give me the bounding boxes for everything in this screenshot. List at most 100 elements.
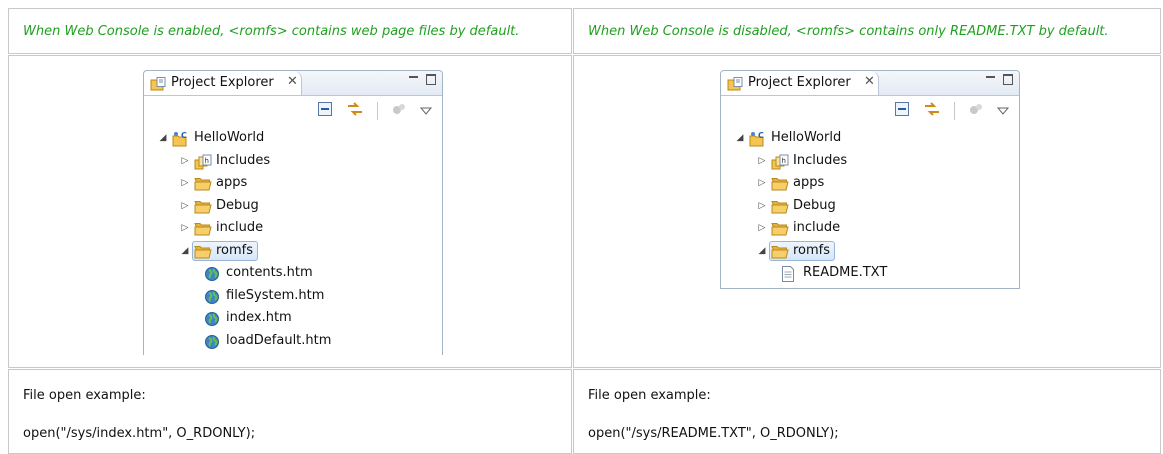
tree-item-label: Includes	[216, 152, 271, 168]
globe-icon	[204, 289, 220, 309]
project-explorer-icon	[150, 76, 166, 95]
includes-icon: h	[771, 154, 789, 174]
folder-icon	[194, 199, 212, 218]
tree-item-label: apps	[793, 175, 825, 190]
folder-icon	[771, 221, 789, 240]
globe-icon	[204, 266, 220, 286]
right-example-code: open("/sys/README.TXT", O_RDONLY);	[588, 426, 839, 441]
tree-item-readme-txt[interactable]: README.TXT	[781, 264, 981, 284]
tree-item-apps[interactable]: ▷ apps	[180, 174, 380, 194]
left-caption-cell: When Web Console is enabled, <romfs> con…	[8, 8, 572, 54]
tree-item-loaddefault-htm[interactable]: loadDefault.htm	[204, 332, 404, 352]
tree-item-debug[interactable]: ▷ Debug	[180, 197, 380, 217]
right-example-title: File open example:	[588, 388, 711, 403]
tree-item-index-htm[interactable]: index.htm	[204, 309, 404, 329]
left-caption: When Web Console is enabled, <romfs> con…	[23, 24, 520, 39]
collapsed-arrow-icon[interactable]: ▷	[757, 223, 767, 233]
tree-item-label: Debug	[793, 197, 836, 213]
expanded-arrow-icon[interactable]: ◢	[735, 133, 745, 143]
right-caption-cell: When Web Console is disabled, <romfs> co…	[573, 8, 1161, 54]
tree-item-include[interactable]: ▷ include	[180, 219, 380, 239]
collapsed-arrow-icon[interactable]: ▷	[180, 223, 190, 233]
collapsed-arrow-icon[interactable]: ▷	[180, 156, 190, 166]
view-menu-icon[interactable]	[419, 101, 433, 120]
svg-text:C: C	[758, 131, 764, 140]
tree-item-label: include	[793, 220, 841, 235]
panel-tabbar: Project Explorer ✕	[144, 71, 442, 96]
tree-item-label: Debug	[216, 197, 259, 213]
tree-item-helloworld[interactable]: ◢ C HelloWorld	[735, 129, 935, 149]
panel-toolbar	[309, 100, 433, 122]
tree-item-includes[interactable]: ▷ h Includes	[180, 152, 380, 172]
tree-item-romfs[interactable]: ◢ romfs	[757, 240, 957, 263]
collapsed-arrow-icon[interactable]: ▷	[180, 201, 190, 211]
expanded-arrow-icon[interactable]: ◢	[158, 133, 168, 143]
tree-item-include[interactable]: ▷ include	[757, 219, 957, 239]
link-with-editor-icon[interactable]	[923, 101, 941, 121]
project-icon: C	[749, 131, 767, 151]
maximize-icon[interactable]	[1003, 74, 1013, 85]
left-example-code: open("/sys/index.htm", O_RDONLY);	[23, 426, 256, 441]
expanded-arrow-icon[interactable]: ◢	[180, 246, 190, 256]
svg-text:C: C	[181, 131, 187, 140]
globe-icon	[204, 334, 220, 354]
minimize-icon[interactable]	[986, 76, 996, 78]
tree-item-helloworld[interactable]: ◢ C HelloWorld	[158, 129, 358, 149]
right-image-cell: Project Explorer ✕ ◢ C HelloWorld ▷ h In…	[573, 55, 1161, 368]
left-example-cell: File open example: open("/sys/index.htm"…	[8, 369, 572, 454]
folder-icon	[771, 199, 789, 218]
collapsed-arrow-icon[interactable]: ▷	[757, 178, 767, 188]
collapsed-arrow-icon[interactable]: ▷	[180, 178, 190, 188]
text-file-icon	[781, 266, 795, 286]
tree-item-label: HelloWorld	[771, 130, 842, 145]
tree-item-label: apps	[216, 175, 248, 190]
panel-tab[interactable]: Project Explorer ✕	[144, 71, 302, 95]
tree-item-contents-htm[interactable]: contents.htm	[204, 264, 404, 284]
project-explorer-right: Project Explorer ✕ ◢ C HelloWorld ▷ h In…	[720, 70, 1020, 289]
collapse-all-icon[interactable]	[894, 101, 910, 121]
close-icon[interactable]: ✕	[287, 74, 298, 89]
panel-title: Project Explorer	[748, 75, 851, 90]
panel-tab[interactable]: Project Explorer ✕	[721, 71, 879, 95]
tree-item-label: README.TXT	[803, 265, 888, 280]
focus-icon[interactable]	[391, 101, 407, 121]
tree-item-label: fileSystem.htm	[226, 287, 325, 303]
collapsed-arrow-icon[interactable]: ▷	[757, 201, 767, 211]
tree-item-label: index.htm	[226, 310, 292, 325]
expanded-arrow-icon[interactable]: ◢	[757, 246, 767, 256]
focus-icon[interactable]	[968, 101, 984, 121]
maximize-icon[interactable]	[426, 74, 436, 85]
tree-item-label: loadDefault.htm	[226, 332, 332, 348]
view-menu-icon[interactable]	[996, 101, 1010, 120]
includes-icon: h	[194, 154, 212, 174]
left-image-cell: Project Explorer ✕ ◢ C HelloWorld ▷ h In…	[8, 55, 572, 368]
tree-item-label: romfs	[793, 242, 831, 258]
folder-icon	[194, 244, 212, 263]
tree-item-label: romfs	[216, 242, 254, 258]
close-icon[interactable]: ✕	[864, 74, 875, 89]
collapsed-arrow-icon[interactable]: ▷	[757, 156, 767, 166]
panel-toolbar	[886, 100, 1010, 122]
tree-item-filesystem-htm[interactable]: fileSystem.htm	[204, 287, 404, 307]
tree-item-debug[interactable]: ▷ Debug	[757, 197, 957, 217]
link-with-editor-icon[interactable]	[346, 101, 364, 121]
left-example-title: File open example:	[23, 388, 146, 403]
tree-item-apps[interactable]: ▷ apps	[757, 174, 957, 194]
tree-item-label: include	[216, 220, 264, 235]
globe-icon	[204, 311, 220, 331]
svg-text:h: h	[205, 157, 209, 165]
toolbar-separator	[376, 101, 378, 120]
folder-icon	[771, 244, 789, 263]
tree-item-label: HelloWorld	[194, 130, 265, 145]
tree-item-romfs[interactable]: ◢ romfs	[180, 240, 380, 263]
panel-tabbar: Project Explorer ✕	[721, 71, 1019, 96]
panel-title: Project Explorer	[171, 75, 274, 90]
tree-item-label: Includes	[793, 152, 848, 168]
minimize-icon[interactable]	[409, 76, 419, 78]
project-explorer-left: Project Explorer ✕ ◢ C HelloWorld ▷ h In…	[143, 70, 443, 355]
folder-icon	[194, 221, 212, 240]
tree-item-includes[interactable]: ▷ h Includes	[757, 152, 957, 172]
collapse-all-icon[interactable]	[317, 101, 333, 121]
right-caption: When Web Console is disabled, <romfs> co…	[588, 24, 1109, 39]
project-icon: C	[172, 131, 190, 151]
